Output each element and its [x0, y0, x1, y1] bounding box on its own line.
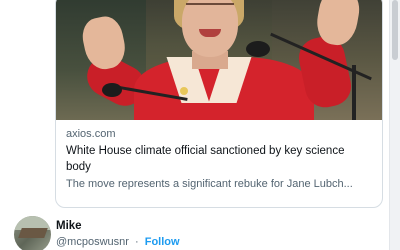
link-preview-card[interactable]: axios.com White House climate official s… [55, 0, 383, 208]
tweet-embed: axios.com White House climate official s… [0, 0, 400, 250]
scrollbar-thumb[interactable] [392, 0, 398, 60]
image-microphone-left [102, 83, 122, 97]
avatar-roof [18, 228, 48, 238]
link-domain: axios.com [66, 128, 116, 140]
author-name[interactable]: Mike [56, 220, 82, 232]
author-handle-text[interactable]: @mcposwusnr [56, 236, 129, 248]
link-preview-body[interactable]: axios.com White House climate official s… [56, 120, 382, 192]
link-preview-image[interactable] [56, 0, 382, 120]
author-handle[interactable]: @mcposwusnr · Follow [56, 236, 180, 248]
avatar[interactable] [14, 216, 51, 250]
link-description: The move represents a significant rebuke… [66, 178, 353, 190]
left-gutter [0, 0, 22, 250]
author-row: Mike @mcposwusnr · Follow [14, 216, 384, 250]
image-microphone-right [246, 41, 270, 57]
image-glasses [186, 3, 234, 15]
scrollbar-track[interactable] [389, 0, 400, 250]
image-lapel-pin [180, 87, 188, 95]
link-title[interactable]: White House climate official sanctioned … [66, 143, 372, 175]
follow-button[interactable]: Follow [145, 236, 180, 248]
separator-dot: · [134, 236, 139, 248]
image-microphone-stand [352, 65, 356, 120]
